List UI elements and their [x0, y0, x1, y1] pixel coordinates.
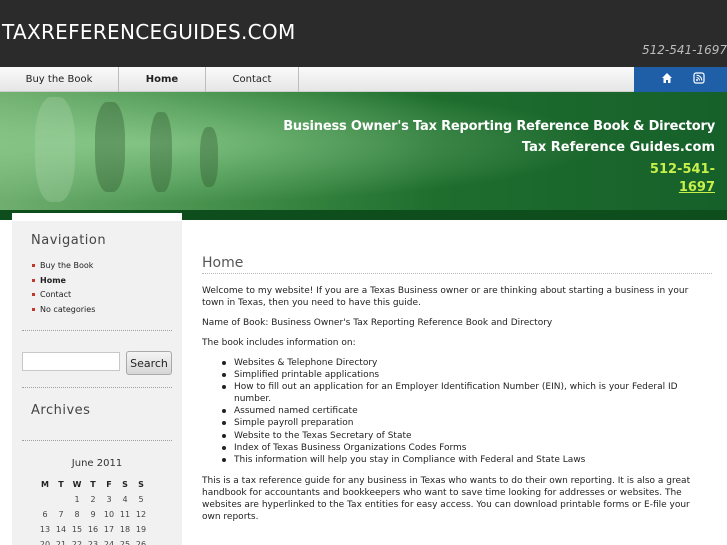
- page-title: Home: [202, 255, 244, 271]
- calendar-day: 4: [122, 495, 128, 504]
- calendar-day: 26: [135, 540, 147, 545]
- banner-phone-part1: 512-541-: [649, 162, 715, 177]
- calendar-day: 2: [90, 495, 96, 504]
- calendar-day: 11: [119, 510, 131, 519]
- nav-item-buy-the-book[interactable]: Buy the Book: [0, 67, 119, 92]
- calendar-day: 9: [90, 510, 96, 519]
- calendar-day: 24: [103, 540, 115, 545]
- calendar-day: [37, 492, 53, 507]
- sidebar-nav-list: Buy the Book Home Contact No categories: [32, 259, 95, 317]
- sidebar-divider: [22, 387, 172, 388]
- header-banner: Business Owner's Tax Reporting Reference…: [0, 92, 727, 220]
- banner-figure: [200, 127, 218, 187]
- calendar-day-header: S: [122, 479, 128, 489]
- banner-phone[interactable]: 512-541- 1697: [635, 161, 715, 197]
- calendar-day: 8: [74, 510, 80, 519]
- sidebar-item-buy-the-book[interactable]: Buy the Book: [32, 259, 95, 274]
- list-item: How to fill out an application for an Em…: [222, 381, 692, 405]
- calendar-day: 13: [39, 525, 51, 534]
- site-title[interactable]: TAXREFERENCEGUIDES.COM: [2, 20, 296, 44]
- book-name-paragraph: Name of Book: Business Owner's Tax Repor…: [202, 318, 553, 328]
- sidebar-item-contact[interactable]: Contact: [32, 288, 95, 303]
- calendar-day-header: M: [41, 479, 49, 489]
- site-header: TAXREFERENCEGUIDES.COM 512-541-1697: [0, 0, 727, 67]
- sidebar-divider: [22, 330, 172, 331]
- sidebar-item-home[interactable]: Home: [32, 274, 95, 289]
- calendar-day: 5: [138, 495, 144, 504]
- calendar-day: 22: [71, 540, 83, 545]
- sidebar-item-no-categories: No categories: [32, 303, 95, 318]
- calendar-day: 16: [87, 525, 99, 534]
- calendar-day-header: T: [90, 479, 96, 489]
- search-input[interactable]: [22, 352, 120, 371]
- list-item: Simplified printable applications: [222, 369, 692, 381]
- list-item: Websites & Telephone Directory: [222, 357, 692, 369]
- home-icon[interactable]: [660, 72, 674, 86]
- calendar-day-header: W: [72, 479, 82, 489]
- banner-figure: [95, 102, 125, 192]
- nav-item-home[interactable]: Home: [119, 67, 206, 92]
- calendar-day: 20: [39, 540, 51, 545]
- description-paragraph: This is a tax reference guide for any bu…: [202, 476, 691, 522]
- calendar-day-header: T: [58, 479, 64, 489]
- header-phone: 512-541-1697: [641, 43, 727, 57]
- book-contents-list: Websites & Telephone Directory Simplifie…: [222, 357, 692, 466]
- calendar-day: 23: [87, 540, 99, 545]
- calendar-day-header: S: [138, 479, 144, 489]
- list-item: Index of Texas Business Organizations Co…: [222, 442, 692, 454]
- banner-figure: [35, 97, 75, 202]
- welcome-paragraph: Welcome to my website! If you are a Texa…: [202, 286, 689, 308]
- calendar-day: 12: [135, 510, 147, 519]
- banner-headline: Business Owner's Tax Reporting Reference…: [283, 119, 715, 134]
- calendar-day: 17: [103, 525, 115, 534]
- calendar-day: 10: [103, 510, 115, 519]
- search-button[interactable]: Search: [126, 351, 172, 375]
- nav-icon-bar: [634, 67, 727, 92]
- list-item: Simple payroll preparation: [222, 417, 692, 429]
- banner-phone-part2[interactable]: 1697: [679, 180, 715, 195]
- includes-paragraph: The book includes information on:: [202, 338, 356, 348]
- navigation-heading: Navigation: [31, 233, 107, 248]
- calendar-day: 19: [135, 525, 147, 534]
- calendar-day: 1: [74, 495, 80, 504]
- calendar-day: 14: [55, 525, 67, 534]
- calendar-day-header: F: [106, 479, 112, 489]
- calendar-day: 15: [71, 525, 83, 534]
- calendar-caption: June 2011: [71, 458, 123, 469]
- calendar-day: 18: [119, 525, 131, 534]
- sidebar-divider: [22, 440, 172, 441]
- calendar-day: 3: [106, 495, 112, 504]
- list-item: Assumed named certificate: [222, 405, 692, 417]
- archives-heading: Archives: [31, 403, 91, 418]
- calendar-day: 6: [42, 510, 48, 519]
- banner-figure: [150, 112, 172, 192]
- banner-subheadline: Tax Reference Guides.com: [521, 140, 715, 155]
- nav-bar: Buy the Book Home Contact: [0, 67, 727, 92]
- title-divider: [202, 273, 712, 274]
- calendar-day: 7: [58, 510, 64, 519]
- sidebar: Navigation Buy the Book Home Contact No …: [12, 221, 182, 545]
- calendar-day: [53, 492, 69, 507]
- rss-icon[interactable]: [692, 72, 706, 86]
- calendar-day: 21: [55, 540, 67, 545]
- calendar-day: 25: [119, 540, 131, 545]
- nav-item-contact[interactable]: Contact: [206, 67, 299, 92]
- list-item: Website to the Texas Secretary of State: [222, 430, 692, 442]
- list-item: This information will help you stay in C…: [222, 454, 692, 466]
- calendar: M T W T F S S 1 2 3 4 5 6 7 8 9 10 11 12…: [37, 476, 149, 545]
- sidebar-tab: [12, 213, 182, 221]
